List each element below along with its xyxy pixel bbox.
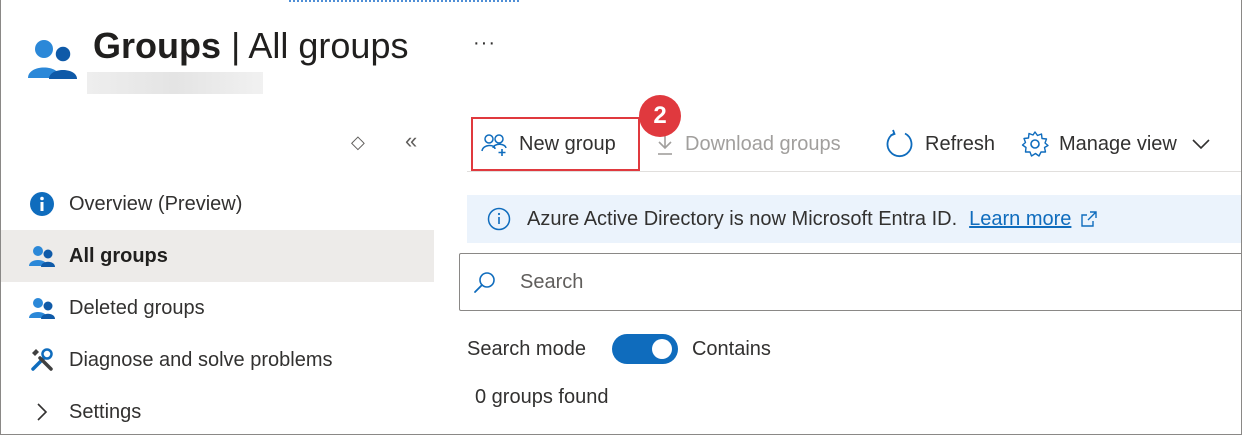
search-mode-toggle[interactable] bbox=[611, 334, 678, 364]
redacted-subtitle bbox=[87, 72, 263, 94]
portal-frame: Groups | All groups ··· ◇ « Overview (Pr… bbox=[0, 0, 1242, 435]
sidebar-item-label: All groups bbox=[69, 244, 168, 267]
gear-icon bbox=[1021, 130, 1049, 158]
sidebar-item-all-groups[interactable]: All groups bbox=[1, 230, 434, 282]
more-options-button[interactable]: ··· bbox=[473, 32, 496, 55]
expand-collapse-icon[interactable]: ◇ bbox=[351, 132, 365, 153]
sidebar-item-label: Settings bbox=[69, 400, 142, 423]
download-groups-label: Download groups bbox=[685, 132, 841, 155]
sidebar-item-deleted-groups[interactable]: Deleted groups bbox=[1, 282, 434, 334]
sidebar-item-label: Deleted groups bbox=[69, 296, 205, 319]
toggle-knob bbox=[651, 339, 672, 359]
breadcrumb-remnant bbox=[289, 0, 519, 4]
sidebar-item-diagnose[interactable]: Diagnose and solve problems bbox=[1, 334, 434, 386]
refresh-label: Refresh bbox=[925, 132, 996, 155]
collapse-sidebar-icon[interactable]: « bbox=[405, 128, 417, 154]
search-mode-label: Search mode bbox=[467, 337, 586, 360]
wrench-icon bbox=[29, 347, 55, 373]
banner-text: Azure Active Directory is now Microsoft … bbox=[527, 207, 958, 230]
chevron-right-icon bbox=[29, 399, 55, 425]
search-input[interactable] bbox=[520, 270, 1120, 294]
manage-view-label: Manage view bbox=[1059, 132, 1177, 155]
sidebar-item-settings[interactable]: Settings bbox=[1, 386, 434, 434]
groups-icon bbox=[29, 243, 55, 269]
chevron-down-icon bbox=[1191, 138, 1211, 150]
download-groups-button[interactable]: Download groups bbox=[655, 126, 841, 162]
search-icon bbox=[472, 269, 498, 295]
refresh-icon bbox=[885, 129, 915, 159]
manage-view-button[interactable]: Manage view bbox=[1021, 126, 1211, 162]
search-mode-value: Contains bbox=[691, 337, 771, 360]
refresh-button[interactable]: Refresh bbox=[885, 126, 995, 162]
external-link-icon[interactable] bbox=[1081, 211, 1098, 227]
page-title: Groups | All groups bbox=[93, 24, 408, 68]
sidebar-item-label: Overview (Preview) bbox=[69, 192, 243, 215]
info-circle-icon bbox=[487, 207, 511, 231]
search-box bbox=[459, 253, 1241, 311]
info-icon bbox=[29, 191, 55, 217]
search-mode-row: Search mode Contains bbox=[467, 333, 771, 365]
sidebar-item-overview[interactable]: Overview (Preview) bbox=[1, 178, 434, 230]
step-badge: 2 bbox=[639, 95, 681, 137]
info-banner: Azure Active Directory is now Microsoft … bbox=[467, 195, 1241, 243]
sidebar: ◇ « Overview (Preview) All groups Delete… bbox=[1, 110, 435, 434]
page-title-main: Groups bbox=[93, 25, 222, 66]
result-count: 0 groups found bbox=[475, 386, 609, 408]
learn-more-link[interactable]: Learn more bbox=[969, 208, 1071, 231]
groups-icon bbox=[27, 38, 79, 80]
step-highlight-box bbox=[471, 117, 640, 171]
sidebar-item-label: Diagnose and solve problems bbox=[69, 348, 333, 371]
groups-icon bbox=[29, 295, 55, 321]
page-title-separator: | bbox=[221, 25, 249, 66]
page-title-sub: All groups bbox=[248, 25, 409, 66]
